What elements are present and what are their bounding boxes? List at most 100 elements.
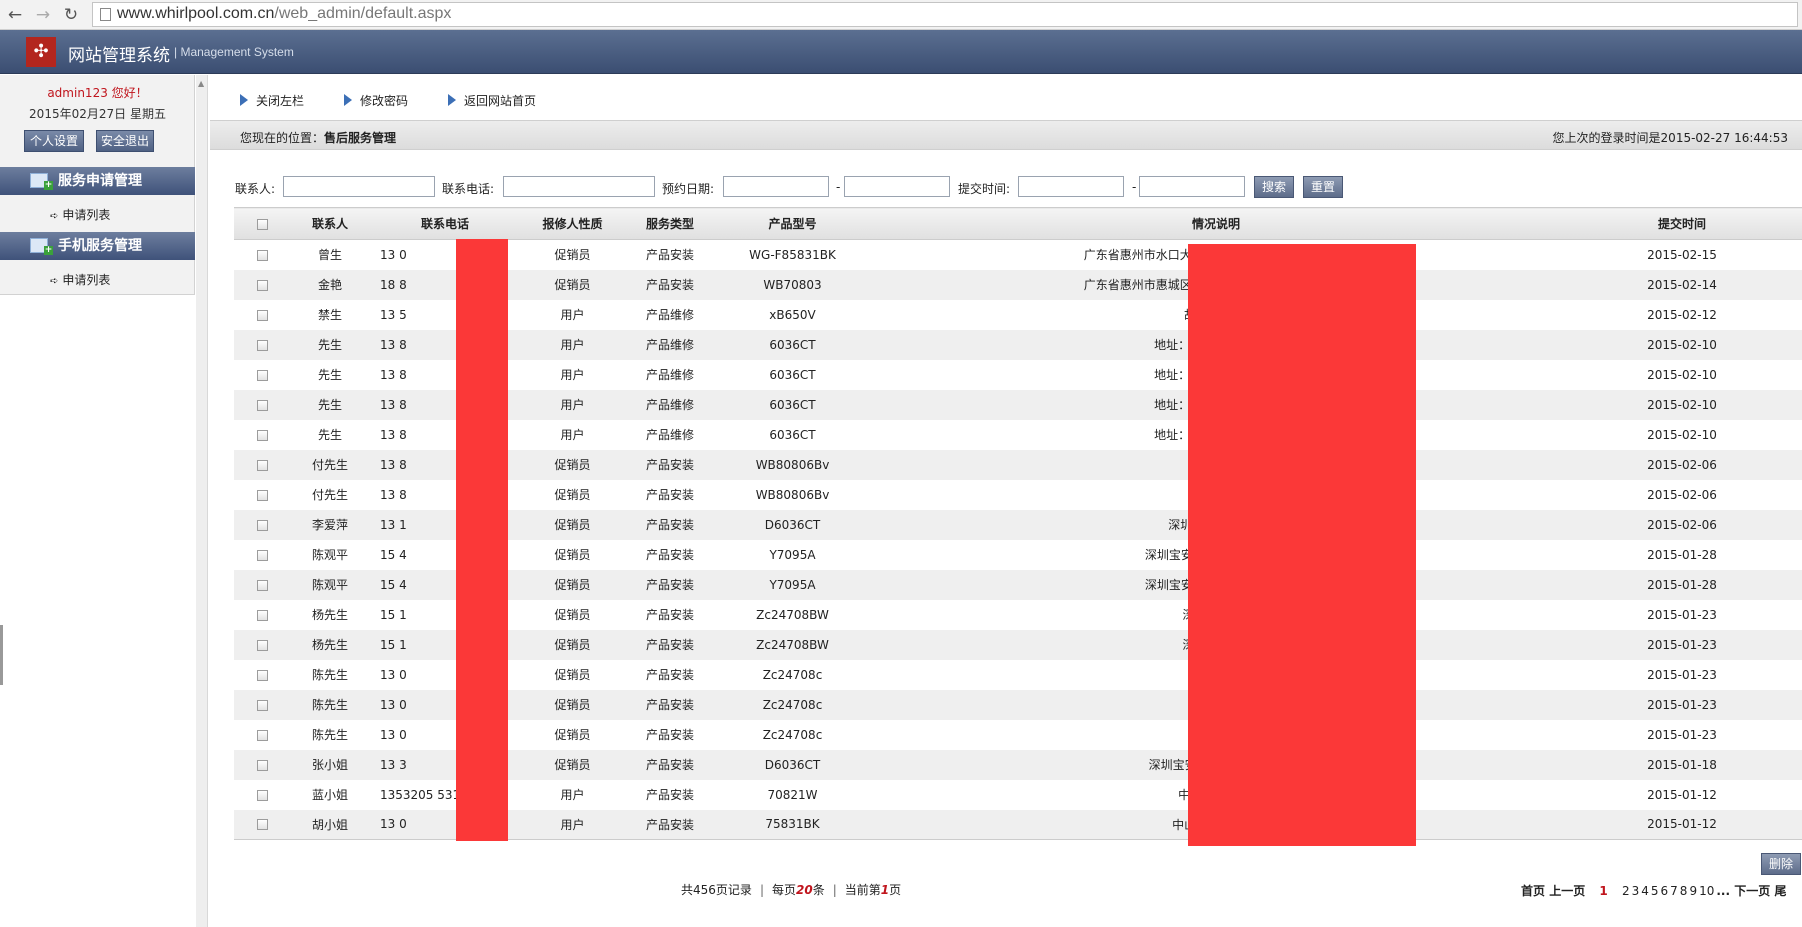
row-select-cell[interactable] bbox=[234, 539, 290, 570]
col-contact[interactable]: 联系人 bbox=[290, 207, 370, 240]
row-checkbox[interactable] bbox=[256, 669, 268, 681]
page-link[interactable]: 9 bbox=[1689, 884, 1697, 898]
row-select-cell[interactable] bbox=[234, 419, 290, 450]
col-description[interactable]: 情况说明 bbox=[870, 207, 1562, 240]
row-select-cell[interactable] bbox=[234, 749, 290, 780]
row-select-cell[interactable] bbox=[234, 599, 290, 630]
row-checkbox[interactable] bbox=[256, 339, 268, 351]
collapse-handle[interactable] bbox=[0, 625, 3, 685]
cell-product-model: 6036CT bbox=[715, 419, 870, 450]
cell-service-type: 产品维修 bbox=[625, 329, 715, 360]
change-password-button[interactable]: 修改密码 bbox=[344, 92, 408, 109]
delete-button[interactable]: 删除 bbox=[1761, 853, 1801, 875]
prev-page-link[interactable]: 上一页 bbox=[1549, 884, 1585, 898]
submit-time-end-input[interactable] bbox=[1139, 176, 1245, 197]
row-select-cell[interactable] bbox=[234, 389, 290, 420]
row-select-cell[interactable] bbox=[234, 659, 290, 690]
page-link[interactable]: 5 bbox=[1651, 884, 1659, 898]
row-select-cell[interactable] bbox=[234, 629, 290, 660]
row-select-cell[interactable] bbox=[234, 569, 290, 600]
row-checkbox[interactable] bbox=[256, 279, 268, 291]
row-checkbox[interactable] bbox=[256, 729, 268, 741]
url-host: www.whirlpool.com.cn bbox=[117, 5, 275, 22]
appt-date-start-input[interactable] bbox=[723, 176, 829, 197]
row-select-cell[interactable] bbox=[234, 719, 290, 750]
page-link[interactable]: 2 bbox=[1622, 884, 1630, 898]
row-checkbox[interactable] bbox=[256, 459, 268, 471]
row-checkbox[interactable] bbox=[256, 369, 268, 381]
submit-time-start-input[interactable] bbox=[1018, 176, 1124, 197]
row-checkbox[interactable] bbox=[256, 309, 268, 321]
row-select-cell[interactable] bbox=[234, 299, 290, 330]
row-checkbox[interactable] bbox=[256, 549, 268, 561]
row-select-cell[interactable] bbox=[234, 239, 290, 270]
row-checkbox[interactable] bbox=[256, 789, 268, 801]
page-link[interactable]: 3 bbox=[1632, 884, 1640, 898]
page-link[interactable]: 4 bbox=[1641, 884, 1649, 898]
row-select-cell[interactable] bbox=[234, 449, 290, 480]
logout-button[interactable]: 安全退出 bbox=[96, 130, 154, 152]
next-page-link[interactable]: 下一页 bbox=[1734, 884, 1770, 898]
summary-text: 共 bbox=[681, 883, 694, 897]
select-all-checkbox[interactable] bbox=[256, 218, 268, 230]
row-checkbox[interactable] bbox=[256, 399, 268, 411]
contact-input[interactable] bbox=[283, 176, 435, 197]
col-phone[interactable]: 联系电话 bbox=[370, 207, 520, 240]
first-page-link[interactable]: 首页 bbox=[1521, 884, 1545, 898]
col-submit-time[interactable]: 提交时间 bbox=[1562, 207, 1802, 240]
page-link[interactable]: 7 bbox=[1670, 884, 1678, 898]
row-select-cell[interactable] bbox=[234, 269, 290, 300]
cell-contact: 付先生 bbox=[290, 449, 370, 480]
cell-service-type: 产品安装 bbox=[625, 569, 715, 600]
row-select-cell[interactable] bbox=[234, 779, 290, 810]
forward-arrow-icon[interactable]: → bbox=[32, 4, 54, 26]
row-checkbox[interactable] bbox=[256, 579, 268, 591]
cell-product-model: 6036CT bbox=[715, 329, 870, 360]
row-checkbox[interactable] bbox=[256, 489, 268, 501]
row-checkbox[interactable] bbox=[256, 819, 268, 831]
separator: | bbox=[832, 883, 837, 897]
phone-input[interactable] bbox=[503, 176, 655, 197]
reload-icon[interactable]: ↻ bbox=[60, 4, 82, 26]
page-link[interactable]: 6 bbox=[1661, 884, 1669, 898]
row-checkbox[interactable] bbox=[256, 639, 268, 651]
search-button[interactable]: 搜索 bbox=[1254, 176, 1294, 198]
page-link[interactable]: 8 bbox=[1680, 884, 1688, 898]
scroll-up-icon[interactable]: ▲ bbox=[198, 79, 204, 88]
col-product-model[interactable]: 产品型号 bbox=[715, 207, 870, 240]
row-checkbox[interactable] bbox=[256, 519, 268, 531]
cell-submit-time: 2015-02-14 bbox=[1562, 269, 1802, 300]
last-page-link[interactable]: 尾 bbox=[1774, 884, 1786, 898]
col-reporter-type[interactable]: 报修人性质 bbox=[520, 207, 625, 240]
menu-section-service[interactable]: + 服务申请管理 bbox=[0, 167, 195, 195]
close-sidebar-button[interactable]: 关闭左栏 bbox=[240, 92, 304, 109]
menu-section-mobile[interactable]: + 手机服务管理 bbox=[0, 232, 195, 260]
address-bar[interactable]: www.whirlpool.com.cn/web_admin/default.a… bbox=[92, 2, 1798, 27]
select-all-header[interactable] bbox=[234, 207, 290, 240]
pager-ellipsis: ... bbox=[1716, 884, 1731, 898]
personal-settings-button[interactable]: 个人设置 bbox=[24, 130, 84, 152]
row-select-cell[interactable] bbox=[234, 509, 290, 540]
row-checkbox[interactable] bbox=[256, 699, 268, 711]
row-select-cell[interactable] bbox=[234, 809, 290, 840]
col-service-type[interactable]: 服务类型 bbox=[625, 207, 715, 240]
toolbar-label: 修改密码 bbox=[360, 94, 409, 108]
row-checkbox[interactable] bbox=[256, 249, 268, 261]
reset-button[interactable]: 重置 bbox=[1303, 176, 1343, 198]
sidebar-scrollbar[interactable]: ▲ bbox=[196, 75, 208, 927]
sidebar-item-mobile-list[interactable]: ➪ 申请列表 bbox=[50, 271, 110, 288]
back-home-button[interactable]: 返回网站首页 bbox=[448, 92, 536, 109]
row-select-cell[interactable] bbox=[234, 479, 290, 510]
appt-date-end-input[interactable] bbox=[844, 176, 950, 197]
cell-contact: 杨先生 bbox=[290, 629, 370, 660]
sidebar-item-service-list[interactable]: ➪ 申请列表 bbox=[50, 206, 110, 223]
page-link[interactable]: 10 bbox=[1699, 884, 1714, 898]
back-arrow-icon[interactable]: ← bbox=[4, 4, 26, 26]
row-checkbox[interactable] bbox=[256, 759, 268, 771]
row-checkbox[interactable] bbox=[256, 609, 268, 621]
cell-contact: 杨先生 bbox=[290, 599, 370, 630]
row-select-cell[interactable] bbox=[234, 689, 290, 720]
row-select-cell[interactable] bbox=[234, 329, 290, 360]
row-select-cell[interactable] bbox=[234, 359, 290, 390]
row-checkbox[interactable] bbox=[256, 429, 268, 441]
